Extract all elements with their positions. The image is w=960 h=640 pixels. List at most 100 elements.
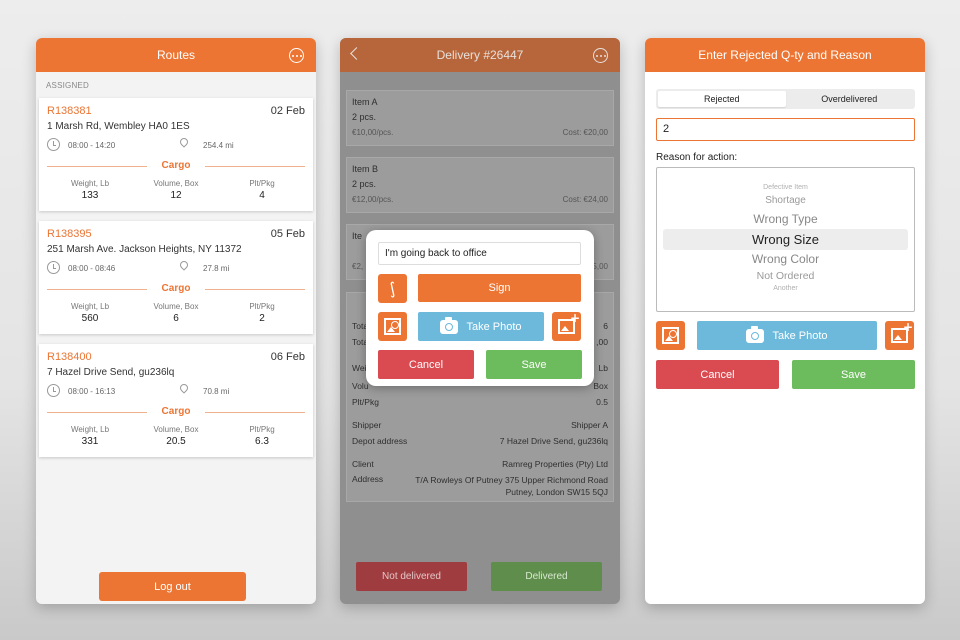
- clock-icon: [47, 384, 60, 397]
- add-image-icon: [891, 320, 913, 343]
- gallery-search-button[interactable]: [656, 321, 685, 350]
- reason-picker[interactable]: Defective Item Shortage Wrong Type Wrong…: [656, 167, 915, 312]
- page-title: Enter Rejected Q-ty and Reason: [698, 48, 872, 62]
- route-card[interactable]: R138395 05 Feb 251 Marsh Ave. Jackson Heig…: [39, 221, 313, 334]
- item-name: Item A: [352, 97, 378, 107]
- detail-label: Volu: [352, 381, 369, 391]
- add-image-button[interactable]: [885, 320, 914, 350]
- camera-icon: [746, 325, 765, 343]
- route-address: 1 Marsh Rd, Wembley HA0 1ES: [47, 121, 190, 132]
- clock-icon: [47, 261, 60, 274]
- reason-type-segment: Rejected Overdelivered: [656, 89, 915, 109]
- sign-button[interactable]: Sign: [418, 274, 581, 302]
- cargo-metrics: Weight, Lb 560 Volume, Box 6 Plt/Pkg 2: [47, 302, 305, 324]
- detail-value: Box: [593, 381, 608, 391]
- route-time-row: 08:00 - 14:20 254.4 mi: [47, 138, 303, 154]
- more-options-icon[interactable]: [289, 48, 304, 63]
- add-image-button[interactable]: [552, 311, 581, 341]
- take-photo-button[interactable]: Take Photo: [418, 312, 544, 341]
- route-card[interactable]: R138381 02 Feb 1 Marsh Rd, Wembley HA0 1ES…: [39, 98, 313, 211]
- item-quantity: 2 pcs.: [352, 179, 377, 189]
- clock-icon: [47, 138, 60, 151]
- delivered-button[interactable]: Delivered: [491, 562, 602, 591]
- image-search-icon: [384, 318, 401, 335]
- gallery-search-button[interactable]: [378, 312, 407, 341]
- item-price: €12,00/pcs.: [352, 195, 394, 204]
- back-arrow-icon[interactable]: [350, 47, 363, 60]
- route-card[interactable]: R138400 06 Feb 7 Hazel Drive Send, gu236lq…: [39, 344, 313, 457]
- metric-header: Volume, Box: [153, 425, 199, 434]
- more-options-icon[interactable]: [593, 48, 608, 63]
- item-cost: 5,00: [592, 262, 608, 271]
- detail-value: Shipper A: [571, 420, 608, 430]
- item-cost: Cost: €24,00: [562, 195, 608, 204]
- tab-overdelivered[interactable]: Overdelivered: [786, 91, 914, 107]
- metric-plt: 6.3: [255, 436, 269, 447]
- logout-button[interactable]: Log out: [99, 572, 246, 601]
- item-card[interactable]: Item B 2 pcs. €12,00/pcs. Cost: €24,00: [346, 157, 614, 213]
- quantity-input[interactable]: 2: [656, 118, 915, 141]
- item-quantity: 2 pcs.: [352, 112, 377, 122]
- page-title: Routes: [156, 48, 196, 62]
- signature-icon: ∫: [386, 278, 399, 299]
- picker-option[interactable]: Wrong Type: [657, 212, 914, 226]
- detail-label: Plt/Pkg: [352, 397, 379, 407]
- comment-dialog: I'm going back to office ∫ Sign Take Pho…: [366, 230, 594, 386]
- detail-value: 6: [603, 321, 608, 331]
- reason-label: Reason for action:: [656, 152, 738, 163]
- route-code: R138381: [47, 105, 92, 117]
- location-pin-icon: [180, 138, 188, 148]
- picker-option[interactable]: Not Ordered: [657, 270, 914, 282]
- picker-option[interactable]: Shortage: [657, 195, 914, 206]
- location-pin-icon: [180, 261, 188, 271]
- metric-plt: 4: [259, 190, 265, 201]
- rejected-header: Enter Rejected Q-ty and Reason: [645, 38, 925, 72]
- cargo-label: Cargo: [161, 283, 191, 294]
- route-distance: 254.4 mi: [203, 141, 234, 150]
- metric-weight: 133: [81, 190, 99, 201]
- item-card[interactable]: Item A 2 pcs. €10,00/pcs. Cost: €20,00: [346, 90, 614, 146]
- metric-plt: 2: [259, 313, 265, 324]
- route-list: R138381 02 Feb 1 Marsh Rd, Wembley HA0 1ES…: [36, 98, 316, 457]
- item-price: €10,00/pcs.: [352, 128, 394, 137]
- route-date: 06 Feb: [270, 351, 305, 363]
- route-distance: 27.8 mi: [203, 264, 230, 273]
- route-address: 251 Marsh Ave. Jackson Heights, NY 11372: [47, 244, 242, 255]
- tab-rejected[interactable]: Rejected: [658, 91, 786, 107]
- signature-button[interactable]: ∫: [378, 274, 407, 303]
- metric-weight: 331: [81, 436, 99, 447]
- detail-label: Depot address: [352, 436, 408, 446]
- detail-value: 7 Hazel Drive Send, gu236lq: [499, 436, 608, 446]
- picker-option[interactable]: Another: [657, 285, 914, 292]
- take-photo-button[interactable]: Take Photo: [697, 321, 877, 350]
- metric-header: Weight, Lb: [70, 425, 110, 434]
- delivery-screen: Delivery #26447 Item A 2 pcs. €10,00/pcs…: [340, 38, 620, 604]
- take-photo-label: Take Photo: [772, 329, 828, 342]
- detail-value: ,00: [596, 337, 608, 347]
- routes-header: Routes: [36, 38, 316, 72]
- section-label: ASSIGNED: [46, 81, 89, 90]
- save-button[interactable]: Save: [792, 360, 915, 389]
- location-pin-icon: [180, 384, 188, 394]
- picker-option-selected[interactable]: Wrong Size: [657, 232, 914, 247]
- cargo-label: Cargo: [161, 160, 191, 171]
- route-time-row: 08:00 - 08:46 27.8 mi: [47, 261, 303, 277]
- item-price: €2,: [352, 262, 364, 271]
- route-date: 05 Feb: [270, 228, 305, 240]
- take-photo-label: Take Photo: [466, 320, 522, 333]
- not-delivered-button[interactable]: Not delivered: [356, 562, 467, 591]
- metric-weight: 560: [81, 313, 99, 324]
- save-button[interactable]: Save: [486, 350, 582, 379]
- metric-volume: 6: [173, 313, 179, 324]
- picker-option[interactable]: Defective Item: [657, 184, 914, 191]
- cancel-button[interactable]: Cancel: [656, 360, 779, 389]
- comment-input[interactable]: I'm going back to office: [378, 242, 581, 265]
- route-time: 08:00 - 08:46: [68, 264, 116, 273]
- route-time-row: 08:00 - 16:13 70.8 mi: [47, 384, 303, 400]
- cancel-button[interactable]: Cancel: [378, 350, 474, 379]
- item-name: Ite: [352, 231, 363, 241]
- delivery-header: Delivery #26447: [340, 38, 620, 72]
- cargo-metrics: Weight, Lb 331 Volume, Box 20.5 Plt/Pkg 6.3: [47, 425, 305, 447]
- detail-label: Address: [352, 474, 384, 484]
- picker-option[interactable]: Wrong Color: [657, 252, 914, 266]
